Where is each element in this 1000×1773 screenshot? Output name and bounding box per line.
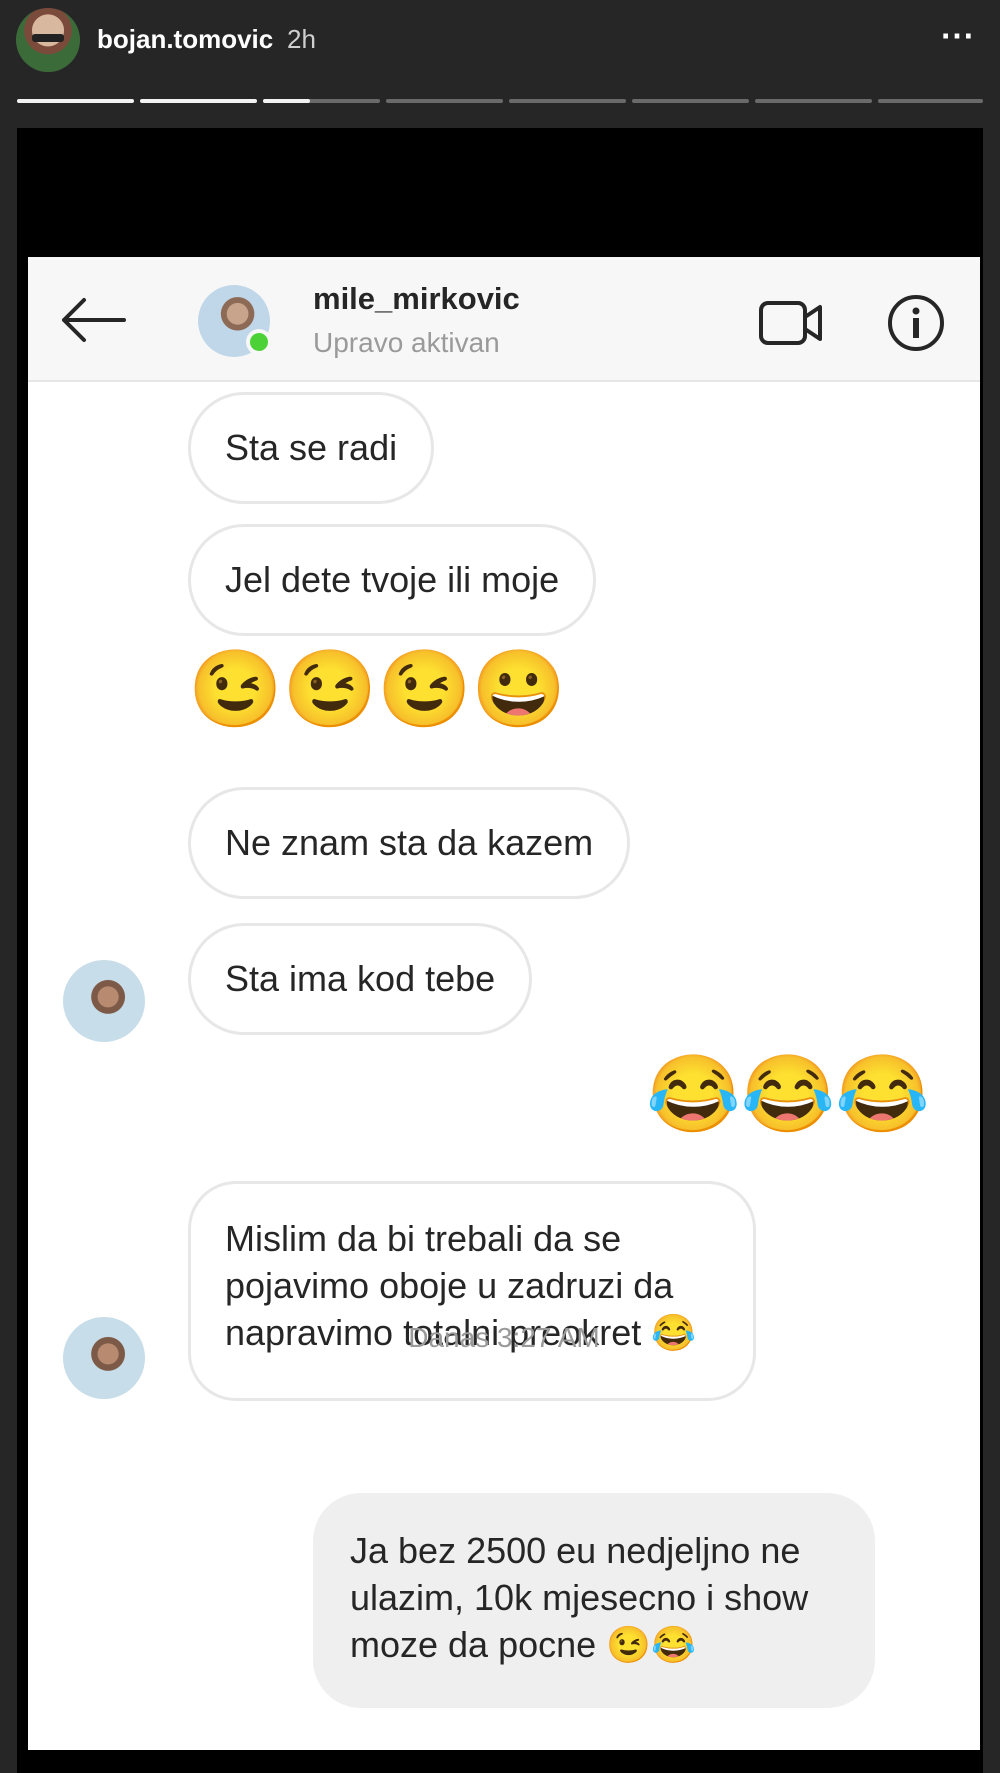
story-progress-segment	[632, 99, 749, 103]
dm-screenshot: mile_mirkovic Upravo aktivan Sta se radi…	[28, 257, 980, 1750]
more-options-icon[interactable]: ⋯	[940, 16, 976, 56]
message-bubble[interactable]: Sta ima kod tebe	[188, 923, 533, 1035]
message-bubble[interactable]: Jel dete tvoje ili moje	[188, 524, 597, 636]
story-username[interactable]: bojan.tomovic	[97, 24, 273, 55]
dm-header: mile_mirkovic Upravo aktivan	[28, 257, 980, 382]
story-progress-segment	[263, 99, 380, 103]
back-arrow-icon[interactable]	[58, 295, 128, 345]
story-avatar[interactable]	[16, 8, 80, 72]
peer-name[interactable]: mile_mirkovic	[313, 281, 520, 317]
emoji-message[interactable]: 😂😂😂	[646, 1057, 930, 1133]
video-call-icon[interactable]	[758, 297, 824, 349]
story-header: bojan.tomovic 2h ⋯	[0, 0, 1000, 103]
story-progress-segment	[878, 99, 983, 103]
story-progress-segment	[509, 99, 626, 103]
timestamp: Danas 3:27 AM	[408, 1322, 600, 1353]
info-icon[interactable]	[886, 293, 946, 353]
sender-avatar[interactable]	[63, 960, 145, 1042]
story-time: 2h	[287, 24, 316, 54]
story-progress-segment	[17, 99, 134, 103]
peer-status: Upravo aktivan	[313, 327, 500, 358]
story-progress-segment	[140, 99, 257, 103]
online-indicator	[246, 329, 272, 355]
message-bubble[interactable]: Ne znam sta da kazem	[188, 787, 631, 899]
story-progress-segment	[755, 99, 872, 103]
message-bubble[interactable]: Sta se radi	[188, 392, 435, 504]
emoji-message[interactable]: 😉😉😉😀	[188, 652, 567, 728]
my-message-bubble[interactable]: Ja bez 2500 eu nedjeljno ne ulazim, 10k …	[313, 1493, 875, 1708]
story-progress-segment	[386, 99, 503, 103]
message-bubble[interactable]: Mislim da bi trebali da se pojavimo oboj…	[188, 1181, 756, 1401]
